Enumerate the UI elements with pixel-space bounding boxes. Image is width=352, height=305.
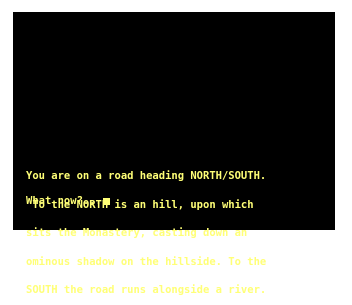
prompt-label: What now?...	[26, 195, 102, 207]
narration-line: sits the Monastery, casting down an	[26, 227, 248, 239]
text-cursor[interactable]	[102, 197, 110, 205]
narration-line: ominous shadow on the hillside. To the	[26, 255, 267, 268]
narration-line: SOUTH the road runs alongside a river.	[26, 284, 267, 296]
command-prompt[interactable]: What now?...	[26, 196, 110, 206]
narration-line: You are on a road heading NORTH/SOUTH.	[26, 170, 267, 182]
narration-text: You are on a road heading NORTH/SOUTH. T…	[26, 153, 326, 305]
